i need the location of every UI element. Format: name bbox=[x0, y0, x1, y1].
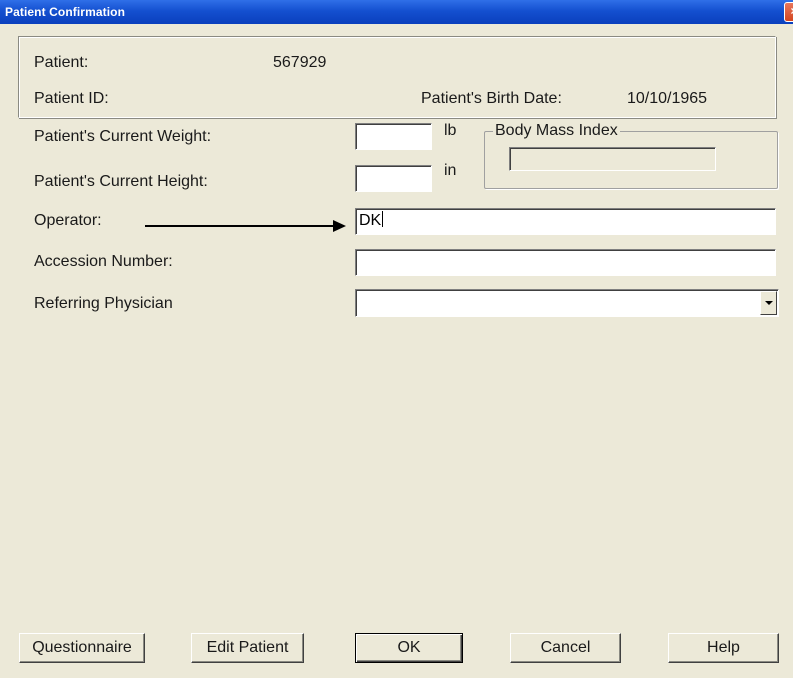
questionnaire-button[interactable]: Questionnaire bbox=[19, 633, 145, 663]
physician-select[interactable] bbox=[355, 289, 779, 317]
weight-input[interactable] bbox=[355, 123, 432, 150]
accession-input[interactable] bbox=[355, 249, 776, 276]
operator-value: DK bbox=[359, 212, 382, 229]
weight-unit: lb bbox=[444, 122, 457, 139]
operator-input[interactable]: DK bbox=[355, 208, 776, 235]
weight-label: Patient's Current Weight: bbox=[34, 128, 212, 145]
height-input[interactable] bbox=[355, 165, 432, 192]
patient-id-label: Patient ID: bbox=[34, 90, 109, 107]
height-label: Patient's Current Height: bbox=[34, 173, 208, 190]
height-unit: in bbox=[444, 162, 457, 179]
cancel-button[interactable]: Cancel bbox=[510, 633, 621, 663]
title-bar: Patient Confirmation × bbox=[0, 0, 793, 24]
help-button[interactable]: Help bbox=[668, 633, 779, 663]
patient-label: Patient: bbox=[34, 54, 89, 71]
close-button[interactable]: × bbox=[784, 2, 793, 22]
bmi-field bbox=[509, 147, 716, 171]
accession-label: Accession Number: bbox=[34, 253, 173, 270]
birth-date-value: 10/10/1965 bbox=[627, 90, 708, 107]
bmi-label: Body Mass Index bbox=[493, 122, 620, 140]
arrow-right-icon bbox=[145, 225, 335, 227]
physician-label: Referring Physician bbox=[34, 295, 173, 312]
edit-patient-button[interactable]: Edit Patient bbox=[191, 633, 304, 663]
text-caret bbox=[382, 211, 384, 227]
ok-button[interactable]: OK bbox=[355, 633, 463, 663]
arrow-head-icon bbox=[333, 220, 346, 232]
operator-label: Operator: bbox=[34, 212, 102, 229]
birth-date-label: Patient's Birth Date: bbox=[421, 90, 562, 107]
window-title: Patient Confirmation bbox=[5, 5, 126, 19]
chevron-down-icon[interactable] bbox=[760, 291, 777, 315]
patient-value: 567929 bbox=[273, 54, 327, 71]
